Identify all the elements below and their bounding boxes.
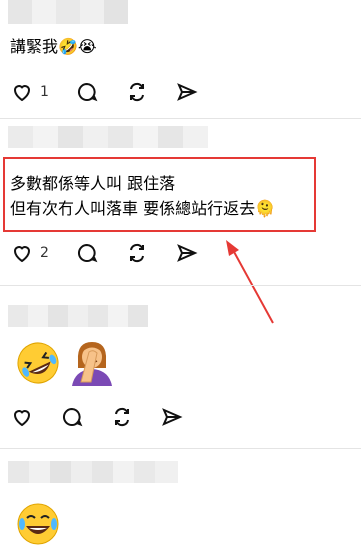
share-icon bbox=[162, 408, 183, 426]
person-facepalming-emoji bbox=[72, 342, 112, 386]
repost-icon bbox=[114, 407, 130, 427]
rolling-laughing-emoji bbox=[17, 342, 59, 384]
divider bbox=[0, 285, 361, 286]
share-button[interactable] bbox=[160, 405, 184, 429]
comment-button[interactable] bbox=[60, 405, 84, 429]
divider bbox=[0, 448, 361, 449]
post-actions bbox=[10, 405, 210, 429]
comment-icon bbox=[63, 407, 83, 427]
blurred-username bbox=[8, 305, 148, 327]
repost-button[interactable] bbox=[110, 405, 134, 429]
blurred-username bbox=[8, 461, 178, 483]
like-button[interactable] bbox=[10, 405, 34, 429]
heart-icon bbox=[13, 410, 31, 427]
tears-of-joy-emoji bbox=[17, 503, 59, 545]
